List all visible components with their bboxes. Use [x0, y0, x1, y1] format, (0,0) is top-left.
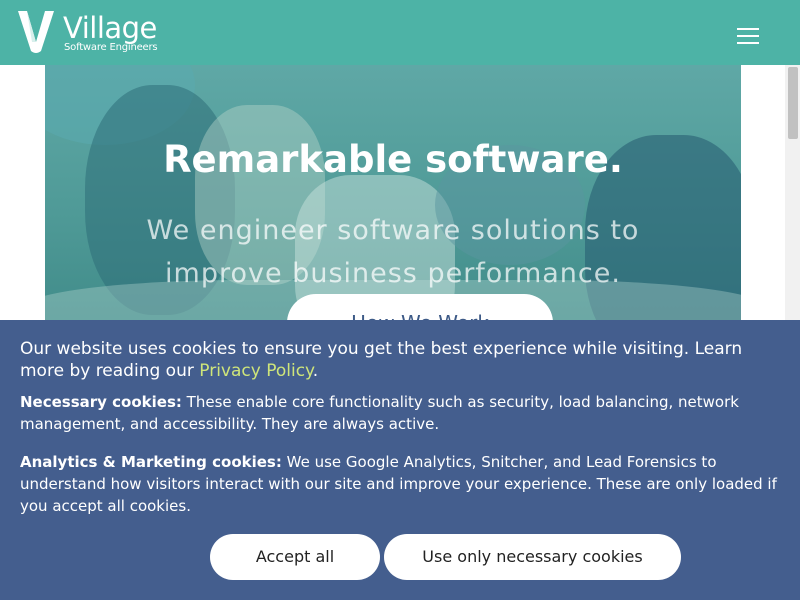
cookie-banner: Our website uses cookies to ensure you g…	[0, 320, 800, 600]
cookie-message: Our website uses cookies to ensure you g…	[20, 338, 780, 382]
analytics-cookies-title: Analytics & Marketing cookies:	[20, 453, 282, 471]
menu-bar	[737, 42, 759, 44]
hero-title: Remarkable software.	[163, 137, 623, 181]
necessary-cookies-description: Necessary cookies: These enable core fun…	[20, 391, 782, 435]
hero-section: Remarkable software. We engineer softwar…	[45, 65, 741, 335]
logo-name: Village	[63, 11, 157, 45]
village-logo[interactable]: Village Software Engineers	[16, 9, 161, 55]
necessary-cookies-title: Necessary cookies:	[20, 393, 182, 411]
hamburger-menu-button[interactable]	[731, 22, 767, 50]
accept-all-button[interactable]: Accept all	[210, 534, 380, 580]
hero-subtitle: We engineer software solutions to improv…	[146, 215, 640, 289]
village-v-logo-icon	[18, 11, 54, 53]
privacy-policy-link[interactable]: Privacy Policy	[199, 361, 312, 381]
cookie-message-end: .	[312, 361, 319, 381]
logo-tagline: Software Engineers	[64, 42, 158, 53]
site-header: Village Software Engineers	[0, 0, 800, 65]
menu-bar	[737, 35, 759, 37]
analytics-cookies-description: Analytics & Marketing cookies: We use Go…	[20, 451, 782, 517]
cookie-message-text: Our website uses cookies to ensure you g…	[20, 339, 743, 381]
menu-bar	[737, 28, 759, 30]
use-necessary-cookies-button[interactable]: Use only necessary cookies	[384, 534, 681, 580]
scrollbar-thumb[interactable]	[788, 67, 798, 139]
